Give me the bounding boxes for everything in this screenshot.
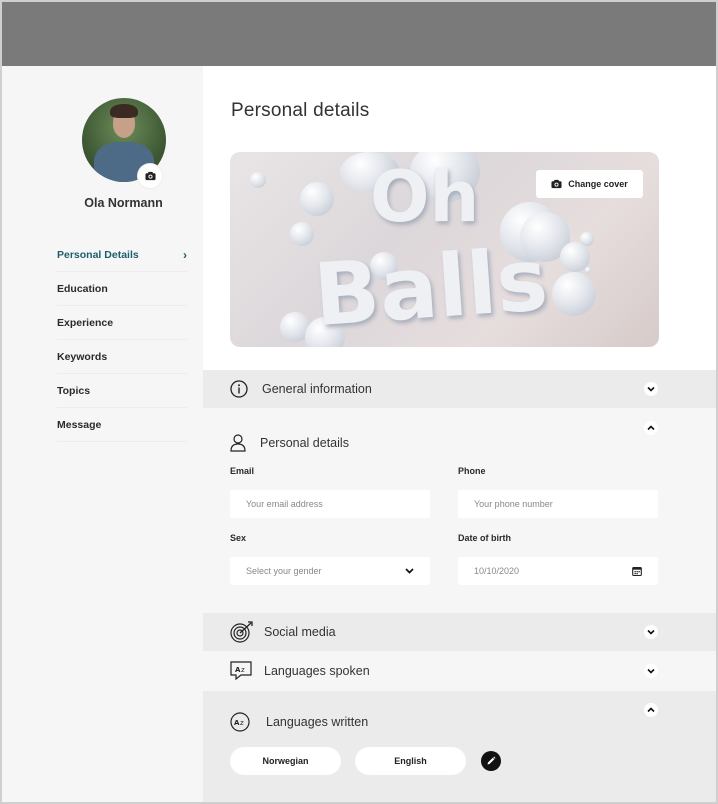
svg-text:z: z (240, 719, 244, 727)
sidebar-item-label: Topics (57, 384, 91, 397)
main-content: Personal details Oh Balls Change cover G… (203, 66, 716, 802)
date-of-birth-field[interactable]: 10/10/2020 (458, 557, 658, 585)
sidebar-item-label: Personal Details (57, 248, 139, 261)
sidebar-item-label: Experience (57, 316, 114, 329)
page-title: Personal details (231, 100, 370, 121)
section-languages-written: A z Languages written Norwegian English (203, 691, 716, 802)
cover-art-text-bottom: Balls (310, 229, 551, 347)
language-label: English (394, 756, 427, 766)
user-icon (230, 434, 246, 452)
social-media-header[interactable]: Social media (203, 613, 716, 651)
section-general-information: General information (203, 370, 716, 408)
cover-art-text-top: Oh (370, 156, 480, 238)
edit-languages-button[interactable] (481, 751, 501, 771)
sidebar-item-label: Message (57, 418, 102, 431)
pencil-icon (487, 756, 496, 765)
chevron-down-icon[interactable] (644, 382, 658, 396)
sidebar-item-topics[interactable]: Topics (57, 374, 187, 408)
chevron-down-icon[interactable] (644, 664, 658, 678)
sidebar-item-label: Keywords (57, 350, 108, 363)
calendar-icon[interactable] (632, 566, 642, 576)
phone-placeholder: Your phone number (474, 499, 553, 509)
language-label: Norwegian (262, 756, 309, 766)
sex-label: Sex (230, 533, 247, 543)
svg-text:z: z (241, 666, 245, 674)
section-languages-spoken: A z Languages spoken (203, 651, 716, 691)
dob-label: Date of birth (458, 533, 511, 543)
sidebar: Ola Normann Personal Details › Education… (2, 66, 203, 802)
phone-label: Phone (458, 466, 486, 476)
info-icon (230, 380, 248, 398)
personal-details-header[interactable]: Personal details (203, 424, 376, 462)
section-title: General information (262, 382, 372, 396)
email-label: Email (230, 466, 255, 476)
email-field[interactable]: Your email address (230, 490, 430, 518)
section-title: Languages written (266, 715, 369, 729)
chevron-down-icon[interactable] (644, 625, 658, 639)
sidebar-item-education[interactable]: Education (57, 272, 187, 306)
date-of-birth-value: 10/10/2020 (474, 566, 520, 576)
sidebar-item-keywords[interactable]: Keywords (57, 340, 187, 374)
languages-spoken-header[interactable]: A z Languages spoken (203, 651, 716, 691)
translate-icon: A z (230, 661, 252, 681)
section-title: Personal details (260, 436, 349, 450)
top-bar (2, 2, 716, 66)
camera-icon (144, 171, 156, 181)
sidebar-item-message[interactable]: Message (57, 408, 187, 442)
sidebar-item-label: Education (57, 282, 108, 295)
translate-icon: A z (230, 712, 250, 732)
language-chip[interactable]: Norwegian (230, 747, 341, 775)
cover-image: Oh Balls Change cover (230, 152, 659, 347)
general-information-header[interactable]: General information (203, 370, 716, 408)
email-placeholder: Your email address (246, 499, 323, 509)
sidebar-item-personal-details[interactable]: Personal Details › (57, 238, 187, 272)
change-cover-button[interactable]: Change cover (536, 170, 643, 198)
change-avatar-button[interactable] (138, 164, 162, 188)
language-chip[interactable]: English (355, 747, 466, 775)
section-title: Social media (264, 625, 336, 639)
change-cover-label: Change cover (568, 179, 628, 189)
chevron-up-icon[interactable] (644, 421, 658, 435)
section-title: Languages spoken (264, 664, 370, 678)
sidebar-nav: Personal Details › Education Experience … (57, 238, 187, 442)
section-personal-details: Personal details Email Your email addres… (203, 408, 716, 613)
camera-icon (551, 179, 562, 189)
app-frame: Ola Normann Personal Details › Education… (2, 2, 716, 802)
chevron-up-icon[interactable] (644, 703, 658, 717)
gender-select[interactable]: Select your gender (230, 557, 430, 585)
sidebar-item-experience[interactable]: Experience (57, 306, 187, 340)
target-icon (230, 621, 253, 643)
chevron-down-icon (405, 568, 414, 574)
section-social-media: Social media (203, 613, 716, 651)
chevron-right-icon: › (183, 247, 187, 262)
phone-field[interactable]: Your phone number (458, 490, 658, 518)
languages-written-header[interactable]: A z Languages written (203, 703, 395, 741)
gender-placeholder: Select your gender (246, 566, 322, 576)
